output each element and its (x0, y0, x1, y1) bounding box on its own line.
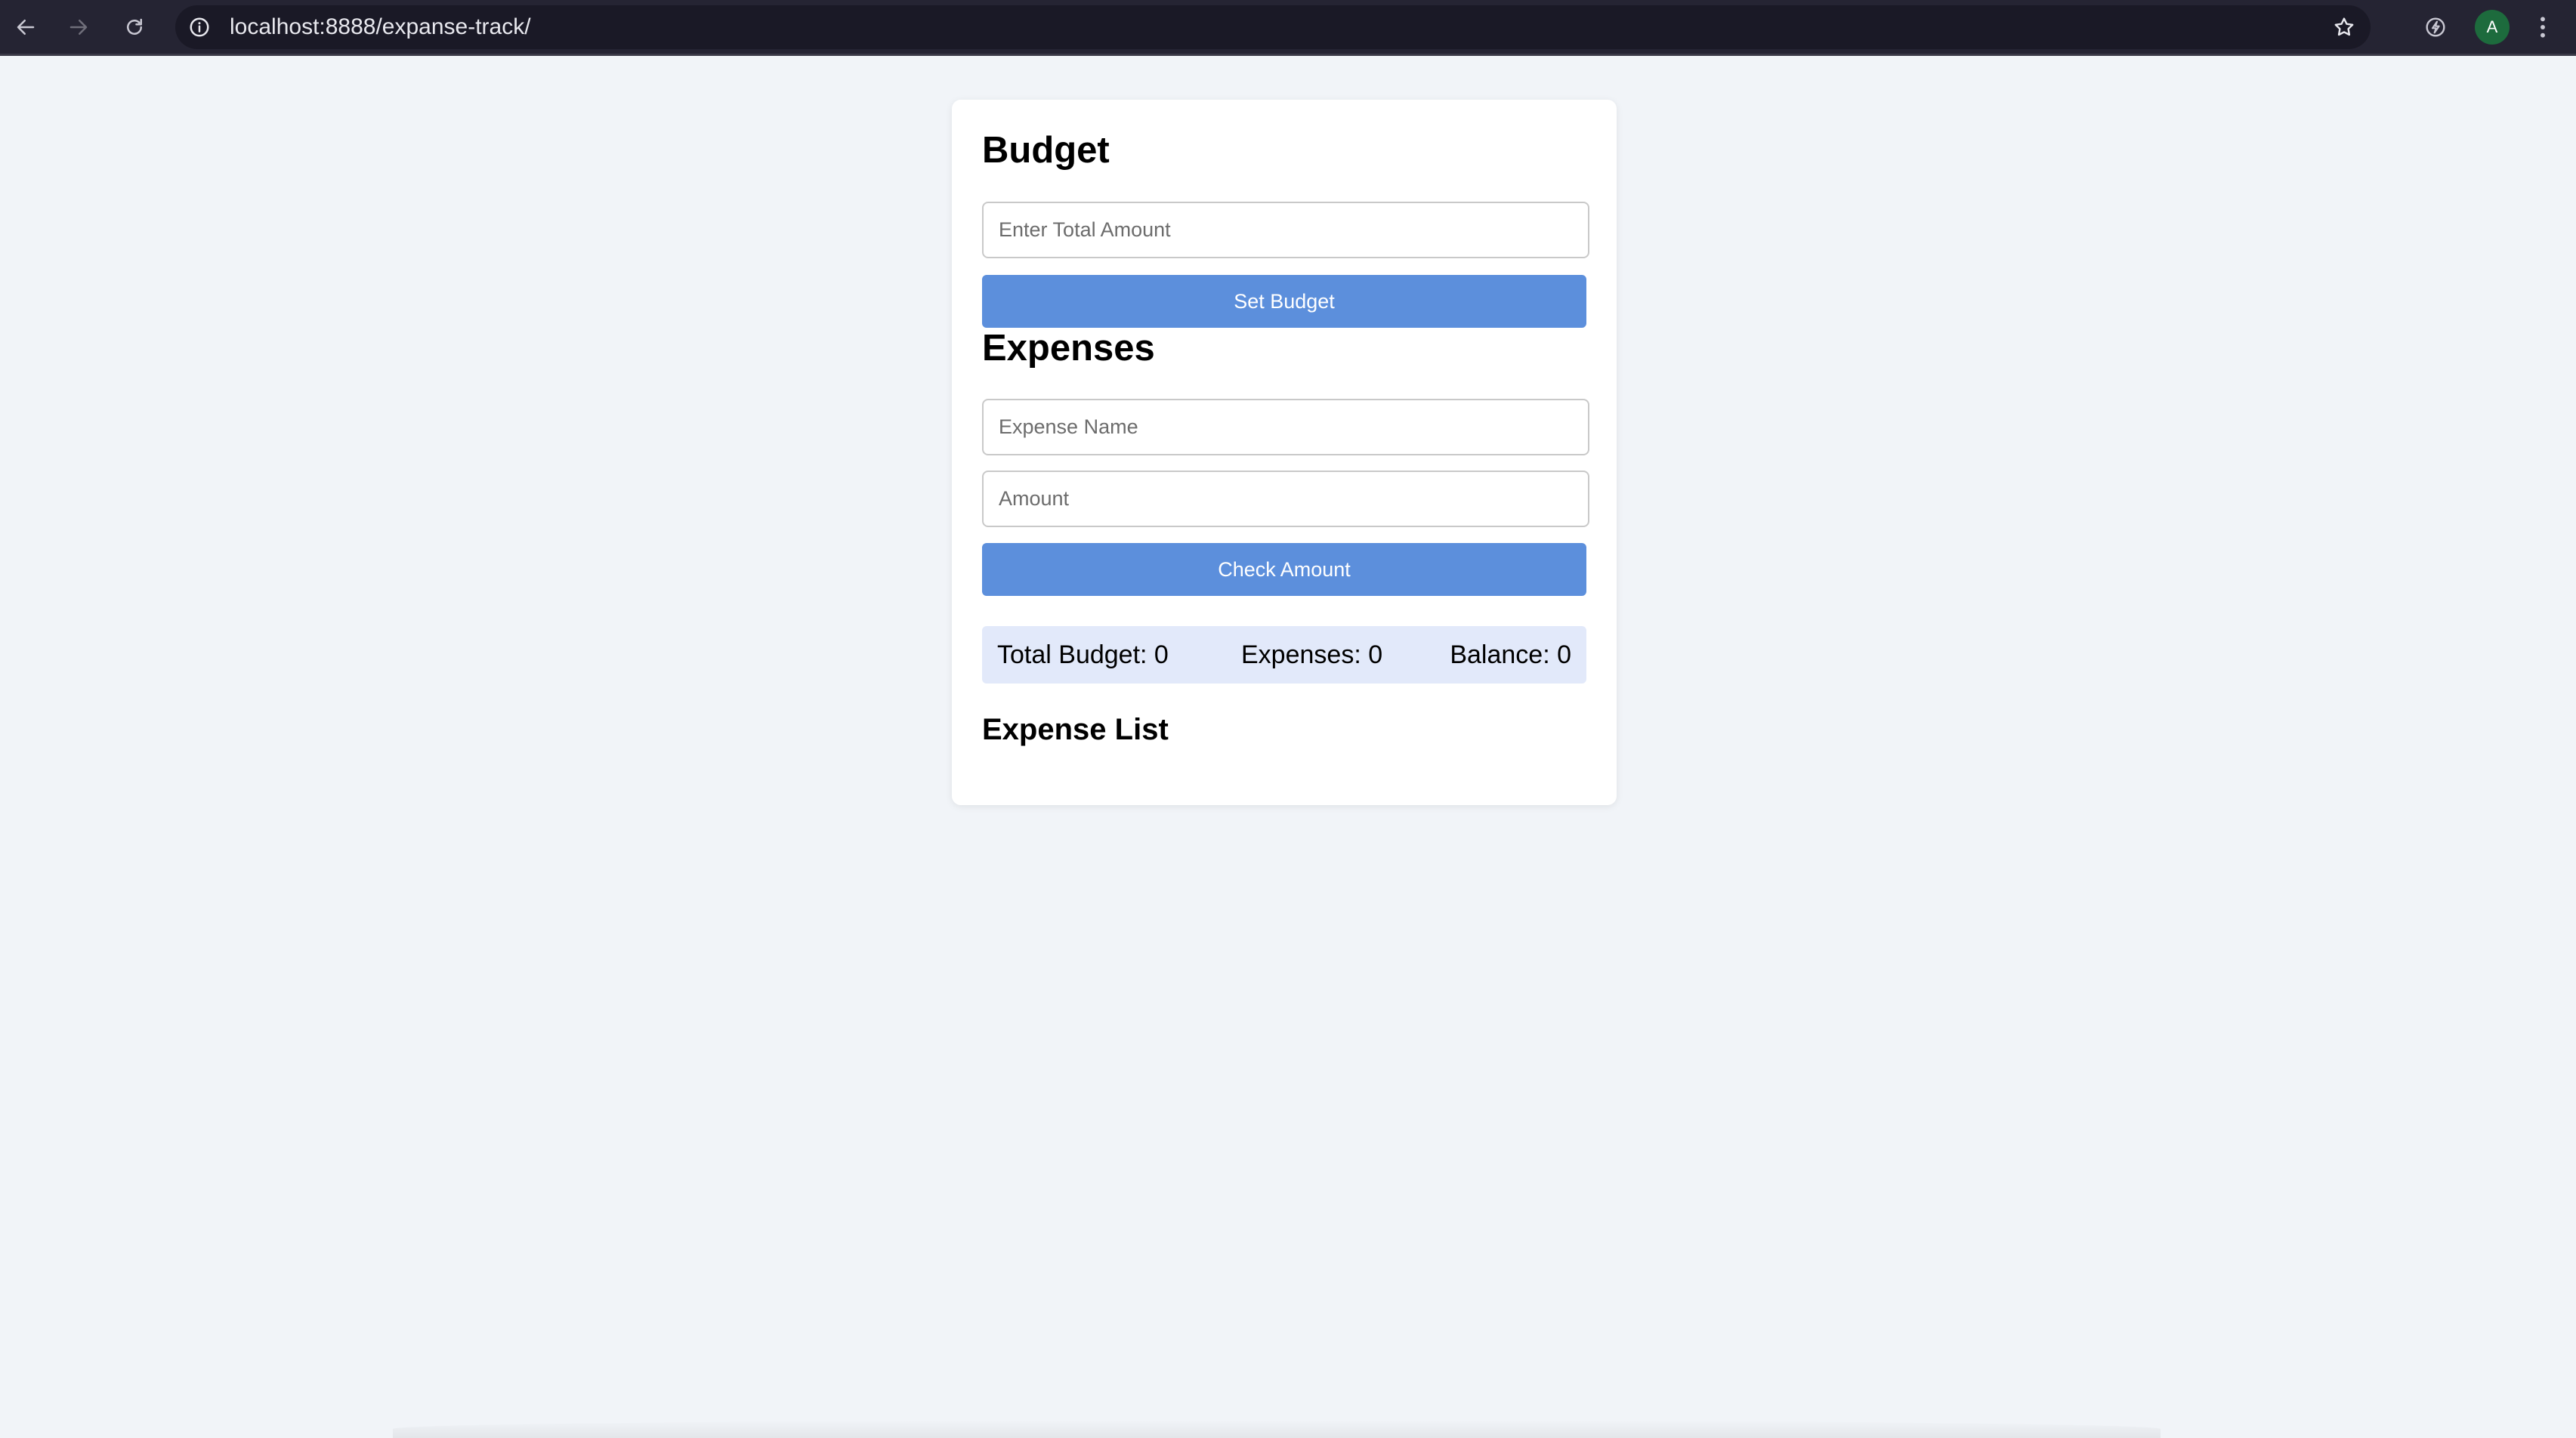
back-button[interactable] (6, 8, 45, 47)
info-icon (190, 17, 209, 37)
total-amount-input[interactable] (982, 202, 1589, 258)
expense-name-input[interactable] (982, 399, 1589, 455)
balance-value: Balance: 0 (1450, 640, 1571, 669)
total-budget-value: Total Budget: 0 (997, 640, 1169, 669)
more-vertical-icon (2540, 17, 2545, 38)
extensions-button[interactable] (2416, 8, 2455, 47)
expenses-heading: Expenses (982, 328, 1155, 369)
arrow-left-icon (17, 20, 35, 35)
summary-bar: Total Budget: 0 Expenses: 0 Balance: 0 (982, 626, 1586, 684)
extension-icon (2426, 17, 2445, 37)
bookmark-button[interactable] (2328, 11, 2360, 43)
expense-list (982, 757, 1586, 787)
forward-button[interactable] (59, 8, 98, 47)
reload-icon (127, 18, 142, 35)
profile-avatar[interactable]: A (2475, 10, 2510, 45)
arrow-right-icon (69, 20, 88, 35)
budget-heading: Budget (982, 130, 1110, 171)
reload-button[interactable] (115, 8, 154, 47)
browser-toolbar: localhost:8888/expanse-track/ A (0, 0, 2576, 56)
site-info-button[interactable] (186, 14, 213, 41)
expense-list-heading: Expense List (982, 713, 1169, 746)
star-icon (2334, 17, 2354, 36)
browser-menu-button[interactable] (2525, 8, 2561, 47)
expenses-total-value: Expenses: 0 (1241, 640, 1383, 669)
address-bar[interactable]: localhost:8888/expanse-track/ (175, 5, 2371, 49)
check-amount-button[interactable]: Check Amount (982, 543, 1586, 596)
expense-tracker-card: Budget Set Budget Expenses Check Amount … (952, 100, 1617, 805)
bottom-edge-shadow (393, 1420, 2161, 1438)
set-budget-button[interactable]: Set Budget (982, 275, 1586, 328)
url-text[interactable]: localhost:8888/expanse-track/ (230, 5, 531, 49)
expense-amount-input[interactable] (982, 471, 1589, 527)
